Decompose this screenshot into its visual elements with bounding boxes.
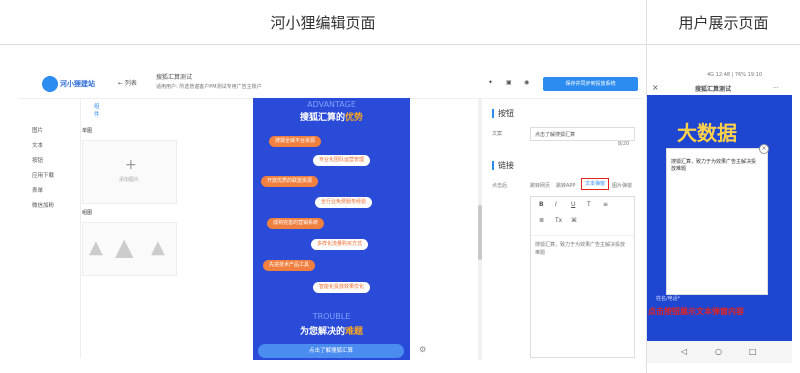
component-list: 单图 + 添加图片 组图 ▲ ▲ ▲ bbox=[80, 98, 180, 358]
popup-close-icon[interactable]: × bbox=[759, 144, 769, 154]
advantage-pill: 成熟完善的营销系统 bbox=[267, 218, 325, 229]
phone-canvas: ADVANTAGE 搜狐汇算的优势 搜狐全域平台资源 专业化团队运营管理 开放优… bbox=[253, 98, 410, 360]
rich-text-editor[interactable]: B I U T ≡ ≣ Tx ⌘ 搜狐汇算，致力于为效果广告主解决投放难题 bbox=[530, 196, 635, 358]
big-data-text: 大数据 bbox=[677, 121, 737, 145]
category-image[interactable]: 图片 bbox=[32, 126, 43, 134]
category-app-download[interactable]: 应用下载 bbox=[32, 171, 54, 179]
clear-format-icon[interactable]: Tx bbox=[555, 217, 562, 224]
trouble-heading: 为您解决的难题 bbox=[253, 324, 410, 337]
link-option-webpage[interactable]: 跳转网页 bbox=[530, 183, 550, 190]
editor-page-title: 河小狸编辑页面 bbox=[270, 13, 376, 32]
settings-gear-icon[interactable]: ⚙ bbox=[419, 345, 426, 354]
trouble-heading-highlight: 难题 bbox=[345, 327, 364, 337]
advantage-pill: 搜狐全域平台资源 bbox=[269, 136, 322, 147]
link-section-title: 链接 bbox=[492, 161, 514, 170]
pin-icon[interactable]: ✦ bbox=[488, 79, 493, 87]
link-option-text-popup[interactable]: 文本弹窗 bbox=[581, 178, 609, 190]
advantage-pill: 专业化团队运营管理 bbox=[313, 155, 371, 166]
advantage-heading-en: ADVANTAGE bbox=[307, 100, 356, 109]
button-section-title: 按钮 bbox=[492, 109, 514, 118]
preview-eye-icon[interactable]: ◉ bbox=[524, 79, 529, 87]
image-placeholder-icon: ▲ bbox=[151, 237, 165, 258]
page-name: 搜狐汇算测试 bbox=[156, 74, 193, 81]
category-form[interactable]: 表单 bbox=[32, 186, 43, 194]
page-description: 适用用户: 所选普遍客户PM测试专用广告主账户 bbox=[156, 84, 262, 90]
link-option-image-popup[interactable]: 图片弹窗 bbox=[612, 183, 632, 190]
copy-counter: 8/20 bbox=[618, 141, 630, 147]
logo-icon bbox=[42, 76, 58, 92]
image-placeholder-icon: ▲ bbox=[115, 233, 134, 261]
copy-input-value: 点击了解搜狐汇算 bbox=[535, 132, 576, 138]
copy-label: 文案 bbox=[492, 131, 503, 137]
category-text[interactable]: 文本 bbox=[32, 141, 43, 149]
advantage-pill: 开放优质的联盟资源 bbox=[261, 176, 319, 187]
format-icon[interactable]: ≣ bbox=[539, 217, 544, 224]
canvas-scroll-thumb[interactable] bbox=[478, 205, 482, 260]
advantage-pill: 多样化流量购买方式 bbox=[311, 239, 369, 250]
advantage-heading: 搜狐汇算的优势 bbox=[253, 110, 410, 123]
save-icon[interactable]: ▣ bbox=[506, 79, 512, 87]
rich-text-content: 搜狐汇算，致力于为效果广告主解决投放难题 bbox=[535, 242, 626, 256]
annotation-note: 点击按钮展示文本弹窗内容 bbox=[648, 307, 744, 316]
popup-text: 搜狐汇算，致力于为效果广告主解决投放难题 bbox=[671, 159, 757, 172]
editor-toolbar: B I U T ≡ ≣ Tx ⌘ bbox=[531, 197, 634, 236]
advantage-pill: 全行业免费服务经验 bbox=[315, 197, 373, 208]
properties-panel: 按钮 文案 点击了解搜狐汇算 8/20 链接 点击后 跳转网页 跳转APP 文本… bbox=[484, 98, 643, 360]
publish-button[interactable]: 保存并同步到投放系统 bbox=[543, 77, 638, 91]
link-option-text-popup-label: 文本弹窗 bbox=[585, 181, 606, 187]
bold-icon[interactable]: B bbox=[539, 201, 544, 208]
image-placeholder-icon: ▲ bbox=[89, 237, 103, 258]
logo-text: 河小狸建站 bbox=[60, 80, 95, 88]
category-button[interactable]: 按钮 bbox=[32, 156, 43, 164]
status-bar: 4G 12:48 | 76% 19:10 bbox=[707, 72, 763, 78]
advantage-pill: 智能化投放效果优化 bbox=[313, 282, 371, 293]
copy-input[interactable]: 点击了解搜狐汇算 bbox=[530, 127, 635, 141]
android-nav-bar: ◁ ○ □ bbox=[647, 341, 792, 363]
plus-icon: + bbox=[125, 157, 137, 173]
cta-button[interactable]: 点击了解搜狐汇算 bbox=[258, 344, 404, 358]
group-image-card[interactable]: ▲ ▲ ▲ bbox=[82, 222, 177, 276]
user-page-header: 用户展示页面 bbox=[647, 0, 800, 45]
user-page-title: 用户展示页面 bbox=[678, 13, 769, 32]
home-nav-icon[interactable]: ○ bbox=[715, 348, 722, 356]
group-image-label: 组图 bbox=[82, 210, 93, 216]
component-category-panel: 组件 图片 文本 按钮 应用下载 表单 微信加粉 bbox=[18, 98, 100, 358]
link-option-app[interactable]: 跳转APP bbox=[556, 183, 575, 190]
preview-title: 搜狐汇算测试 bbox=[695, 86, 732, 93]
text-popup-dialog: 搜狐汇算，致力于为效果广告主解决投放难题 bbox=[666, 148, 768, 295]
italic-icon[interactable]: I bbox=[555, 201, 557, 208]
advantage-pill: 先进技术产品工具 bbox=[263, 260, 316, 271]
more-icon[interactable]: ··· bbox=[773, 85, 779, 93]
add-image-label: 添加图片 bbox=[119, 177, 140, 183]
click-action-label: 点击后 bbox=[492, 183, 508, 189]
single-image-label: 单图 bbox=[82, 128, 93, 134]
category-wechat[interactable]: 微信加粉 bbox=[32, 201, 54, 209]
trouble-heading-text: 为您解决的 bbox=[299, 327, 345, 337]
link-icon[interactable]: ⌘ bbox=[571, 217, 577, 224]
close-icon[interactable]: × bbox=[652, 84, 659, 92]
recents-nav-icon[interactable]: □ bbox=[749, 348, 757, 356]
form-field-label: 姓名/电话* bbox=[656, 296, 681, 302]
advantage-heading-highlight: 优势 bbox=[345, 113, 364, 123]
trouble-heading-en: TROUBLE bbox=[312, 312, 351, 321]
back-link[interactable]: ← 列表 bbox=[118, 80, 137, 88]
advantage-heading-text: 搜狐汇算的 bbox=[299, 113, 345, 123]
underline-icon[interactable]: U bbox=[571, 201, 575, 208]
single-image-card[interactable]: + 添加图片 bbox=[82, 140, 177, 204]
align-icon[interactable]: ≡ bbox=[603, 201, 608, 208]
editor-page-header: 河小狸编辑页面 bbox=[0, 0, 646, 45]
strikethrough-icon[interactable]: T bbox=[587, 201, 591, 208]
back-nav-icon[interactable]: ◁ bbox=[681, 348, 687, 356]
